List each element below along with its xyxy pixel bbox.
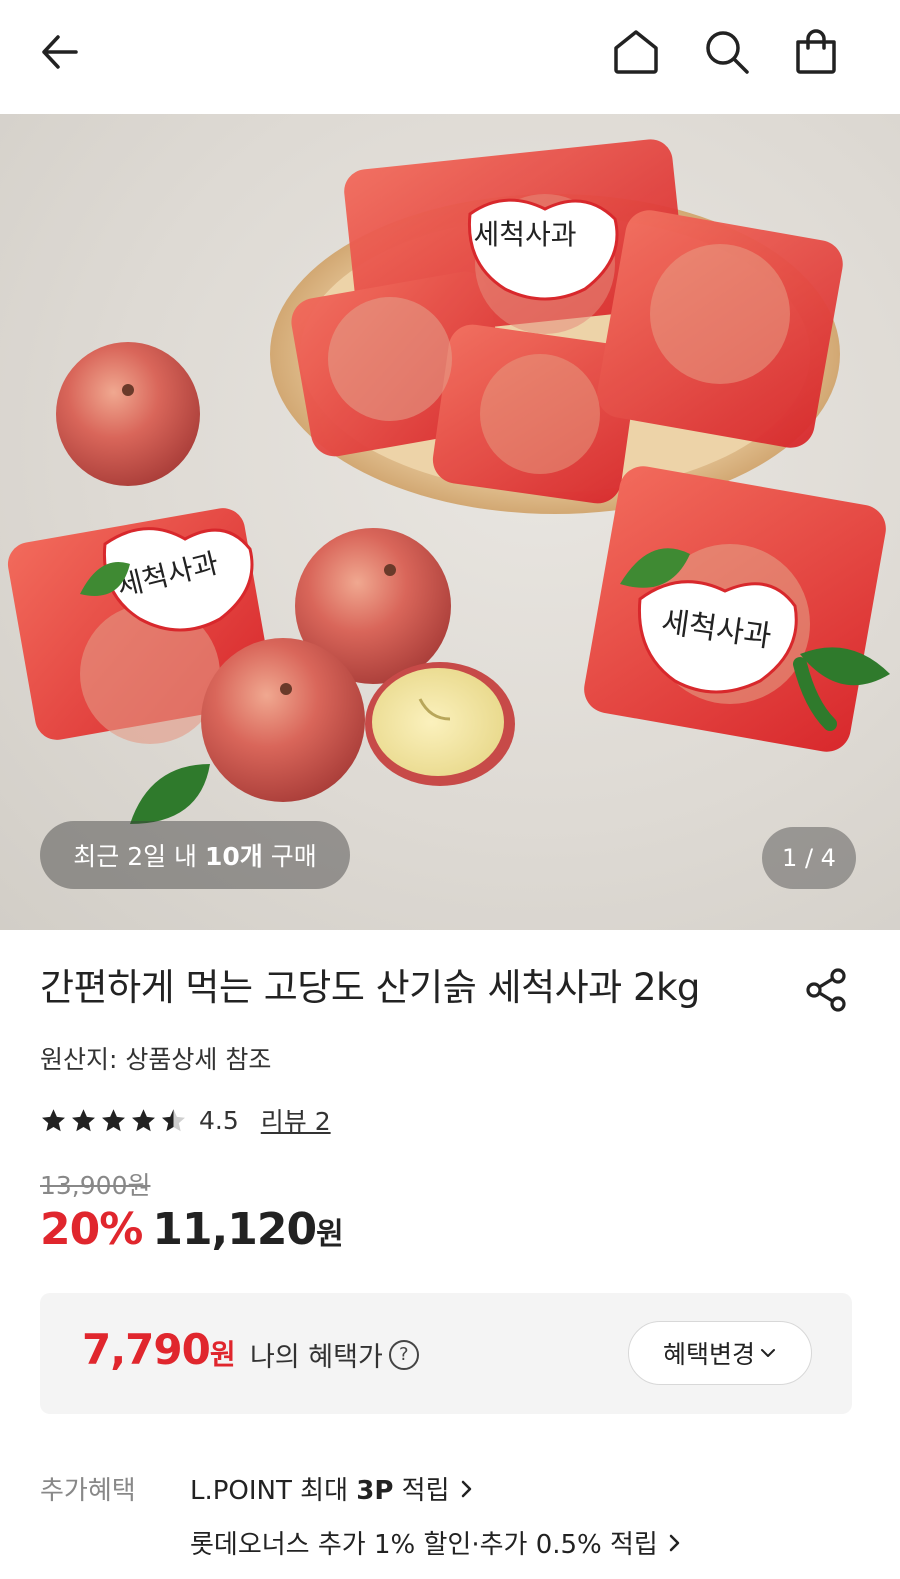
recent-count: 10개 <box>205 842 263 871</box>
review-link[interactable]: 리뷰 2 <box>261 1102 331 1138</box>
lotte-owners-benefit-text: 롯데오너스 추가 1% 할인·추가 0.5% 적립 <box>190 1530 658 1560</box>
svg-text:세척사과: 세척사과 <box>473 218 576 251</box>
product-photo: 세척사과 세척사과 세척사과 <box>7 139 890 824</box>
home-icon[interactable] <box>606 22 666 82</box>
origin-info: 원산지: 상품상세 참조 <box>40 1045 272 1074</box>
sale-price: 11,120 <box>152 1204 317 1255</box>
image-page-indicator: 1 / 4 <box>762 827 856 889</box>
top-navigation-bar <box>0 0 900 114</box>
product-title: 간편하게 먹는 고당도 산기슭 세척사과 2kg <box>40 966 700 1009</box>
shopping-bag-icon[interactable] <box>786 22 846 82</box>
star-icon <box>72 1108 95 1131</box>
change-benefit-button[interactable]: 혜택변경 <box>628 1321 812 1385</box>
rating-value: 4.5 <box>199 1105 239 1135</box>
share-icon[interactable] <box>796 960 856 1020</box>
help-icon[interactable]: ? <box>388 1339 419 1370</box>
my-price-label-group: 나의 혜택가 ? <box>250 1335 419 1374</box>
my-benefit-price: 7,790 원 <box>82 1325 236 1374</box>
lpoint-benefit-link[interactable]: L.POINT 최대 3P 적립 <box>190 1470 476 1507</box>
sale-price-unit: 원 <box>316 1217 344 1252</box>
product-image-gallery[interactable]: 세척사과 세척사과 세척사과 최근 2일 내 10개 구매 1 / 4 <box>0 114 900 930</box>
star-icon <box>42 1108 65 1131</box>
change-benefit-label: 혜택변경 <box>662 1340 755 1369</box>
my-price-unit: 원 <box>209 1338 236 1371</box>
chevron-right-icon <box>461 1480 471 1497</box>
recent-prefix: 최근 2일 내 <box>73 842 205 871</box>
arrow-left-icon[interactable] <box>30 22 90 82</box>
discount-rate: 20% <box>40 1204 143 1255</box>
half-star-icon <box>162 1108 185 1131</box>
search-icon[interactable] <box>697 22 757 82</box>
lotte-owners-benefit-link[interactable]: 롯데오너스 추가 1% 할인·추가 0.5% 적립 <box>190 1524 684 1561</box>
my-benefit-price-box: 7,790 원 나의 혜택가 ? 혜택변경 <box>40 1293 852 1414</box>
star-icon <box>132 1108 155 1131</box>
chevron-down-icon <box>761 1349 775 1357</box>
recent-purchase-badge: 최근 2일 내 10개 구매 <box>40 821 350 889</box>
extra-benefit-label: 추가혜택 <box>40 1476 136 1506</box>
my-price-label: 나의 혜택가 <box>250 1342 383 1373</box>
rating-row: 4.5 리뷰 2 <box>40 1102 331 1138</box>
star-rating <box>40 1107 187 1134</box>
chevron-right-icon <box>669 1534 680 1551</box>
lpoint-benefit-text: L.POINT 최대 3P 적립 <box>190 1476 450 1506</box>
star-icon <box>102 1108 125 1131</box>
original-price: 13,900원 <box>40 1171 151 1200</box>
recent-suffix: 구매 <box>262 842 317 871</box>
sale-price-row: 20% 11,120 원 <box>40 1204 344 1264</box>
my-price-value: 7,790 <box>82 1325 211 1374</box>
